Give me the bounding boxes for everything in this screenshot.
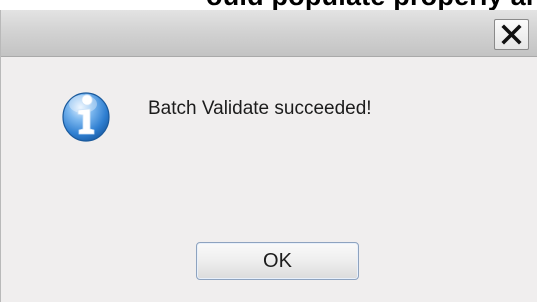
message-row: Batch Validate succeeded! [61,89,372,143]
close-button[interactable] [494,19,529,50]
ok-button[interactable]: OK [196,242,359,280]
info-dialog: Batch Validate succeeded! OK [0,10,537,302]
page-heading-text: ould populate properly and [206,0,537,10]
dialog-titlebar[interactable] [1,10,537,57]
info-icon [62,92,110,142]
close-icon [501,24,522,45]
background-page-heading-fragment: ould populate properly and [0,0,537,10]
dialog-message: Batch Validate succeeded! [148,98,372,119]
